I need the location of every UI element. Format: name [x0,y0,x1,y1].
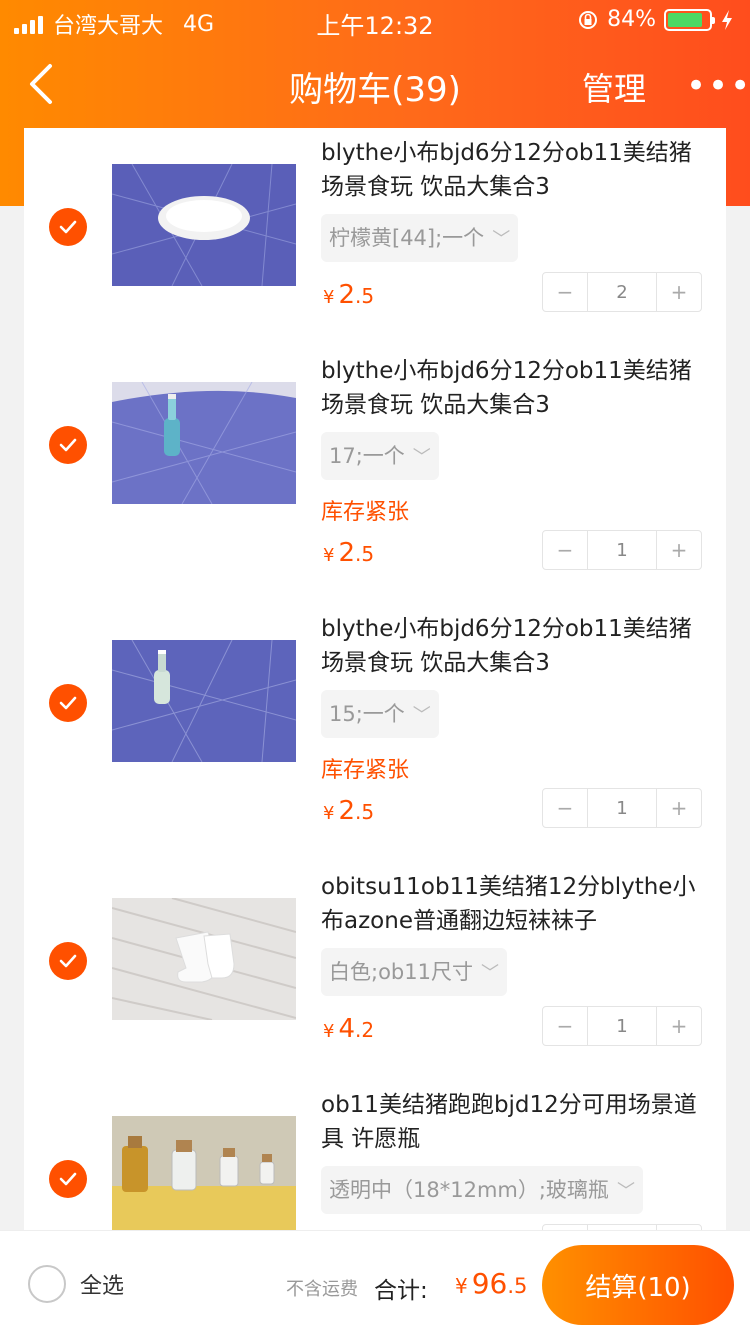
wish-bottles-image [112,1116,296,1230]
checkmark-icon [59,954,77,968]
product-image[interactable] [112,610,296,794]
price-decimal: .5 [355,800,375,824]
quantity-value[interactable]: 1 [587,531,657,569]
checkout-button[interactable]: 结算(10) [542,1245,734,1325]
charging-icon [722,9,732,30]
minus-icon[interactable]: − [543,531,587,569]
white-plate-image [112,164,296,286]
item-price: ¥2.5 [323,280,374,310]
blue-bottle-image [112,382,296,504]
currency-symbol: ¥ [455,1274,468,1298]
chevron-down-icon: ﹀ [492,229,511,250]
sku-selector[interactable]: 柠檬黄[44];一个 ﹀ [321,214,519,262]
clear-bottle-image [112,640,296,762]
plus-icon[interactable]: + [657,531,701,569]
more-button[interactable]: ••• [686,66,750,106]
cart-item: ob11美结猪跑跑bjd12分可用场景道具 许愿瓶 透明中（18*12mm）;玻… [24,1080,726,1230]
product-title[interactable]: ob11美结猪跑跑bjd12分可用场景道具 许愿瓶 [321,1088,701,1156]
item-price: ¥4.2 [323,1014,374,1044]
shipping-note: 不含运费 [286,1279,358,1300]
checkmark-icon [59,220,77,234]
sku-selector[interactable]: 白色;ob11尺寸 ﹀ [321,948,507,996]
sku-label: 柠檬黄[44];一个 [329,226,485,250]
price-integer: 2 [338,280,355,310]
sku-selector[interactable]: 15;一个 ﹀ [321,690,439,738]
nav-bar: 购物车(39) 管理 ••• [0,40,750,128]
price-integer: 2 [338,538,355,568]
product-image[interactable] [112,868,296,1052]
product-image[interactable] [112,1086,296,1230]
total-price: ¥96.5 [455,1267,527,1300]
currency-symbol: ¥ [323,545,335,566]
minus-icon[interactable]: − [543,273,587,311]
plus-icon[interactable]: + [657,273,701,311]
chevron-down-icon: ﹀ [480,963,499,984]
total-decimal: .5 [507,1274,528,1298]
rotation-lock-icon [579,10,598,29]
cart-item: blythe小布bjd6分12分ob11美结猪场景食玩 饮品大集合3 17;一个… [24,346,726,604]
item-checkbox[interactable] [49,942,87,980]
price-integer: 2 [338,796,355,826]
chevron-down-icon: ﹀ [412,447,431,468]
item-checkbox[interactable] [49,208,87,246]
minus-icon[interactable]: − [543,789,587,827]
checkmark-icon [59,696,77,710]
select-all-checkbox[interactable] [28,1265,66,1303]
item-price: ¥2.5 [323,796,374,826]
select-all-toggle[interactable]: 全选 [28,1265,124,1303]
quantity-value[interactable]: 2 [587,273,657,311]
price-decimal: .2 [355,1018,375,1042]
price-decimal: .5 [355,542,375,566]
checkout-bar: 全选 不含运费 合计: ¥96.5 结算(10) [0,1230,750,1334]
product-image[interactable] [112,134,296,318]
currency-symbol: ¥ [323,287,335,308]
item-checkbox[interactable] [49,426,87,464]
white-socks-image [112,898,296,1020]
stock-warning: 库存紧张 [321,758,410,783]
product-image[interactable] [112,352,296,536]
plus-icon[interactable]: + [657,789,701,827]
quantity-value[interactable]: 1 [587,1007,657,1045]
total-integer: 96 [471,1267,508,1300]
product-title[interactable]: blythe小布bjd6分12分ob11美结猪场景食玩 饮品大集合3 [321,136,701,204]
price-integer: 4 [338,1014,355,1044]
quantity-stepper: − 1 + [542,1006,702,1046]
battery-icon [664,8,715,31]
product-title[interactable]: blythe小布bjd6分12分ob11美结猪场景食玩 饮品大集合3 [321,354,701,422]
sku-label: 17;一个 [329,444,405,468]
price-decimal: .5 [355,284,375,308]
product-title[interactable]: obitsu11ob11美结猪12分blythe小布azone普通翻边短袜袜子 [321,870,701,938]
currency-symbol: ¥ [323,803,335,824]
product-title[interactable]: blythe小布bjd6分12分ob11美结猪场景食玩 饮品大集合3 [321,612,701,680]
sku-selector[interactable]: 17;一个 ﹀ [321,432,439,480]
manage-button[interactable]: 管理 [582,64,646,110]
chevron-down-icon: ﹀ [412,705,431,726]
cart-list: blythe小布bjd6分12分ob11美结猪场景食玩 饮品大集合3 柠檬黄[4… [24,128,726,1230]
item-checkbox[interactable] [49,684,87,722]
quantity-value[interactable]: 1 [587,789,657,827]
stock-warning: 库存紧张 [321,500,410,525]
total-label: 合计: [374,1278,428,1304]
plus-icon[interactable]: + [657,1007,701,1045]
cart-item: blythe小布bjd6分12分ob11美结猪场景食玩 饮品大集合3 15;一个… [24,604,726,862]
sku-selector[interactable]: 透明中（18*12mm）;玻璃瓶 ﹀ [321,1166,643,1214]
battery-percent: 84% [607,7,656,32]
checkmark-icon [59,1172,77,1186]
quantity-stepper: − 1 + [542,530,702,570]
status-bar: 台湾大哥大 4G 上午12:32 84% [0,0,750,40]
quantity-stepper: − 1 + [542,788,702,828]
sku-label: 透明中（18*12mm）;玻璃瓶 [329,1178,609,1202]
select-all-label: 全选 [80,1274,125,1299]
minus-icon[interactable]: − [543,1007,587,1045]
item-price: ¥2.5 [323,538,374,568]
checkmark-icon [59,438,77,452]
currency-symbol: ¥ [323,1021,335,1042]
sku-label: 15;一个 [329,702,405,726]
quantity-stepper: − 2 + [542,272,702,312]
item-checkbox[interactable] [49,1160,87,1198]
chevron-down-icon: ﹀ [616,1181,635,1202]
sku-label: 白色;ob11尺寸 [329,960,473,984]
